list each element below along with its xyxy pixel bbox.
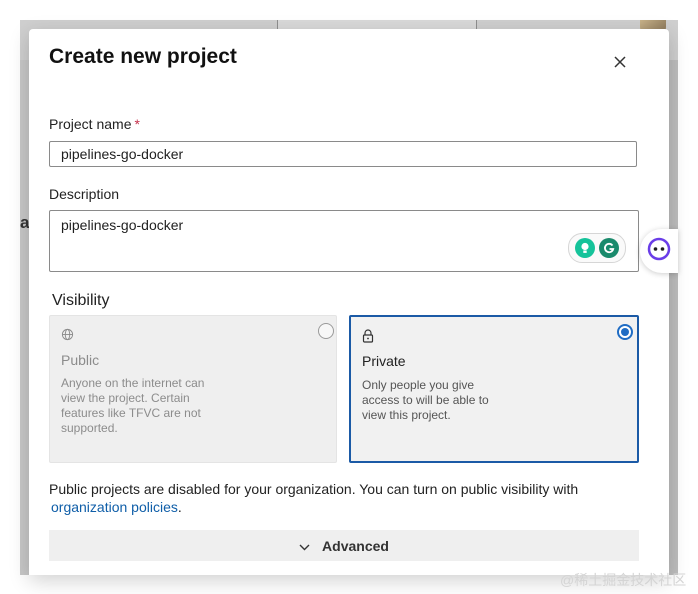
organization-policies-link[interactable]: organization policies [51,499,178,515]
grammarly-icon[interactable] [599,238,619,258]
project-name-label: Project name * [49,116,140,132]
close-button[interactable] [607,51,633,77]
public-option-description: Anyone on the internet can view the proj… [61,376,205,435]
chevron-down-icon [299,538,310,554]
private-option-label: Private [362,353,406,369]
visibility-heading: Visibility [52,292,110,309]
private-radio[interactable] [617,324,633,340]
required-indicator: * [134,116,140,132]
dialog-title: Create new project [49,45,237,68]
advanced-label: Advanced [322,537,389,554]
assistant-bubble[interactable] [640,229,678,273]
globe-icon [61,328,74,346]
public-option-label: Public [61,352,100,368]
private-option-description: Only people you give access to will be a… [362,378,489,422]
grammar-assistant-widget[interactable] [568,233,626,263]
description-textarea[interactable]: pipelines-go-docker [49,210,639,272]
create-project-dialog: Create new project Project name* Descrip… [29,29,669,575]
description-label: Description [49,186,120,202]
watermark: @稀土掘金技术社区 [560,572,687,588]
public-radio[interactable] [318,323,334,339]
notice-text: Public projects are disabled for your or… [49,481,579,497]
visibility-notice: Public projects are disabled for your or… [49,480,639,516]
lock-icon [362,329,374,348]
assistant-icon [647,237,671,266]
close-icon [614,55,626,73]
advanced-toggle[interactable]: Advanced [49,530,639,561]
project-name-label-text: Project name [49,116,132,132]
notice-suffix: . [177,499,182,515]
visibility-option-private[interactable]: Private Only people you give access to w… [349,315,639,463]
lightbulb-icon[interactable] [575,238,595,258]
project-name-input[interactable] [49,141,637,167]
visibility-option-public[interactable]: Public Anyone on the internet can view t… [49,315,337,463]
